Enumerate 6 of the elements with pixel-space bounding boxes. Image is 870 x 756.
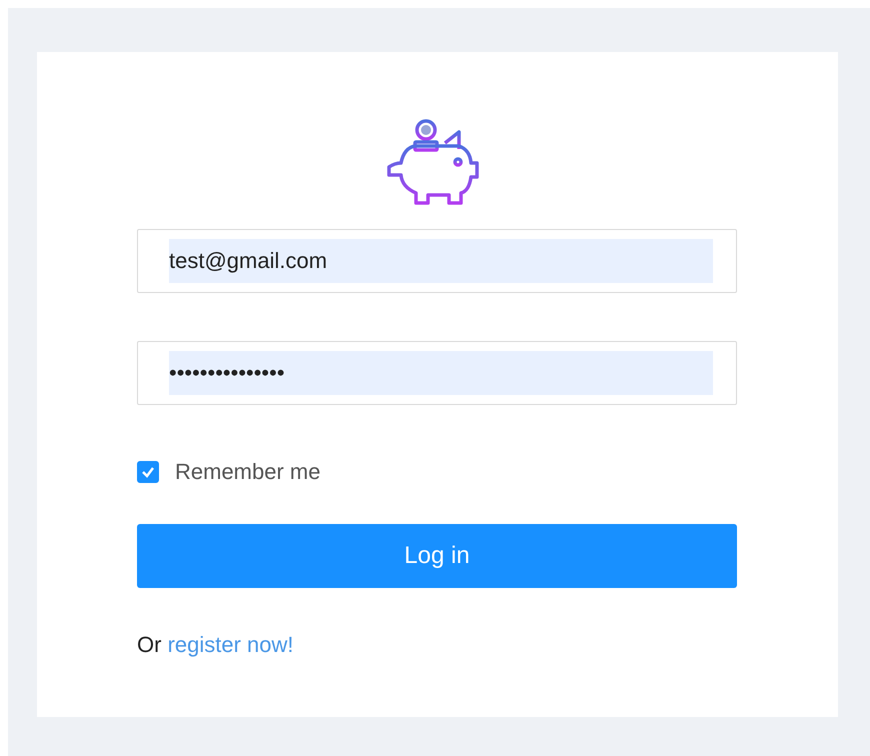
email-field[interactable]: test@gmail.com bbox=[137, 229, 737, 293]
check-icon bbox=[141, 466, 155, 478]
register-prompt: Or register now! bbox=[137, 631, 295, 659]
password-field[interactable]: ••••••••••••••• bbox=[137, 341, 737, 405]
remember-label: Remember me bbox=[175, 458, 320, 486]
remember-checkbox[interactable] bbox=[137, 460, 159, 482]
